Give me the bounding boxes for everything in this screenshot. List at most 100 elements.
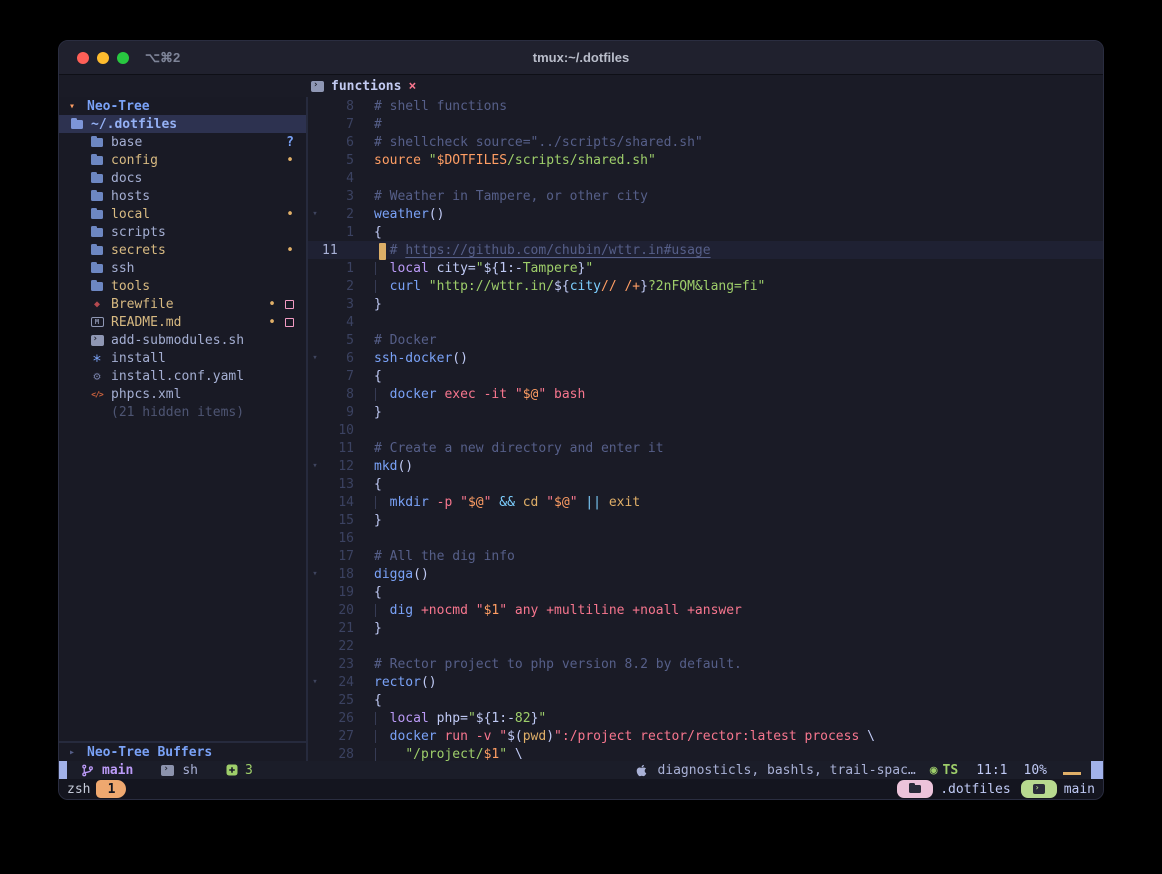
tree-item[interactable]: config•	[59, 151, 306, 169]
close-button[interactable]	[77, 52, 89, 64]
editor-line[interactable]: 8 docker exec -it "$@" bash	[308, 385, 1103, 403]
tree-item[interactable]: base?	[59, 133, 306, 151]
editor-line[interactable]: 1 local city="${1:-Tampere}"	[308, 259, 1103, 277]
editor-line[interactable]: 23# Rector project to php version 8.2 by…	[308, 655, 1103, 673]
editor-line[interactable]: 16	[308, 529, 1103, 547]
editor-line[interactable]: 8# shell functions	[308, 97, 1103, 115]
minimize-button[interactable]	[97, 52, 109, 64]
fold-chevron-icon[interactable]: ▾	[308, 353, 322, 363]
editor-line[interactable]: 20 dig +nocmd "$1" any +multiline +noall…	[308, 601, 1103, 619]
tree-item[interactable]: secrets•	[59, 241, 306, 259]
editor-line[interactable]: 7{	[308, 367, 1103, 385]
editor-line[interactable]: 26 local php="${1:-82}"	[308, 709, 1103, 727]
editor-line[interactable]: 25{	[308, 691, 1103, 709]
tmux-window-index-badge[interactable]: 1	[96, 780, 126, 798]
line-number: 8	[322, 99, 354, 114]
editor-line[interactable]: 10	[308, 421, 1103, 439]
code-text: # All the dig info	[374, 549, 1103, 564]
folder-open-icon	[69, 120, 85, 129]
editor-line[interactable]: 13{	[308, 475, 1103, 493]
editor-line[interactable]: 6# shellcheck source="../scripts/shared.…	[308, 133, 1103, 151]
editor-line[interactable]: 28 "/project/$1" \	[308, 745, 1103, 763]
neotree-header[interactable]: ▾ Neo-Tree	[59, 97, 306, 115]
code-text: curl "http://wttr.in/${city// /+}?2nFQM&…	[374, 279, 1103, 294]
editor-line[interactable]: 3# Weather in Tampere, or other city	[308, 187, 1103, 205]
editor-line[interactable]: 4	[308, 169, 1103, 187]
line-number: 2	[322, 207, 354, 222]
neotree-buffers-header[interactable]: ▸ Neo-Tree Buffers	[59, 743, 306, 761]
tab-label: functions	[331, 79, 401, 94]
code-text: "/project/$1" \	[374, 747, 1103, 762]
tree-item[interactable]: hosts	[59, 187, 306, 205]
tmux-right-status: .dotfiles main	[897, 780, 1095, 798]
editor-line[interactable]: ▾18digga()	[308, 565, 1103, 583]
tab-close-icon[interactable]: ×	[408, 79, 416, 94]
branch-name[interactable]: main	[102, 763, 133, 778]
editor-line[interactable]: 9}	[308, 403, 1103, 421]
editor-line[interactable]: 21}	[308, 619, 1103, 637]
line-number: 23	[322, 657, 354, 672]
editor-window[interactable]: 8# shell functions7#6# shellcheck source…	[308, 97, 1103, 761]
editor-line[interactable]: 15}	[308, 511, 1103, 529]
cursor-position: 11:1	[976, 763, 1007, 778]
fold-chevron-icon[interactable]: ▾	[308, 209, 322, 219]
statusline-end-block	[1091, 761, 1103, 779]
code-text: dig +nocmd "$1" any +multiline +noall +a…	[374, 603, 1103, 618]
editor-line[interactable]: 11# Create a new directory and enter it	[308, 439, 1103, 457]
tmux-statusbar: zsh 1 .dotfiles main	[59, 779, 1103, 799]
code-text: source "$DOTFILES/scripts/shared.sh"	[374, 153, 1103, 168]
editor-line[interactable]: 3}	[308, 295, 1103, 313]
tree-item[interactable]: </>phpcs.xml	[59, 385, 306, 403]
fold-chevron-icon[interactable]: ▾	[308, 569, 322, 579]
tree-item[interactable]: add-submodules.sh	[59, 331, 306, 349]
line-number: 27	[322, 729, 354, 744]
line-number: 1	[322, 261, 354, 276]
tree-item[interactable]: ⚙install.conf.yaml	[59, 367, 306, 385]
fold-chevron-icon[interactable]: ▾	[308, 461, 322, 471]
editor-line[interactable]: 17# All the dig info	[308, 547, 1103, 565]
editor-line[interactable]: 5source "$DOTFILES/scripts/shared.sh"	[308, 151, 1103, 169]
tree-item[interactable]: *install	[59, 349, 306, 367]
zoom-button[interactable]	[117, 52, 129, 64]
line-number: 1	[322, 225, 354, 240]
editor-line[interactable]: 19{	[308, 583, 1103, 601]
editor-line[interactable]: 14 mkdir -p "$@" && cd "$@" || exit	[308, 493, 1103, 511]
code-text: ssh-docker()	[374, 351, 1103, 366]
editor-line[interactable]: ▾12mkd()	[308, 457, 1103, 475]
editor-line[interactable]: 7#	[308, 115, 1103, 133]
term-icon	[89, 335, 105, 346]
editor-line[interactable]: 22	[308, 637, 1103, 655]
git-modified-dot: •	[286, 153, 294, 168]
tab-functions[interactable]: functions ×	[311, 79, 416, 94]
editor-line[interactable]: ▾2weather()	[308, 205, 1103, 223]
line-number: 9	[322, 405, 354, 420]
editor-line[interactable]: 27 docker run -v "$(pwd)":/project recto…	[308, 727, 1103, 745]
editor-line[interactable]: 2 curl "http://wttr.in/${city// /+}?2nFQ…	[308, 277, 1103, 295]
gear-icon: ⚙	[89, 369, 105, 383]
tmux-session-name: .dotfiles	[940, 782, 1010, 797]
line-number: 12	[322, 459, 354, 474]
fold-chevron-icon[interactable]: ▾	[308, 677, 322, 687]
neotree-root-item[interactable]: ~/.dotfiles	[59, 115, 306, 133]
tree-item[interactable]: (21 hidden items)	[59, 403, 306, 421]
editor-line[interactable]: 11 # https://github.com/chubin/wttr.in#u…	[308, 241, 1103, 259]
line-number: 3	[322, 189, 354, 204]
tree-item[interactable]: tools	[59, 277, 306, 295]
treesitter-dot-icon: ◉	[930, 763, 938, 778]
tree-item[interactable]: ssh	[59, 259, 306, 277]
code-text: mkdir -p "$@" && cd "$@" || exit	[374, 495, 1103, 510]
tree-item[interactable]: docs	[59, 169, 306, 187]
folder-icon	[89, 228, 105, 237]
tree-item[interactable]: scripts	[59, 223, 306, 241]
tree-item[interactable]: ◆Brewfile•	[59, 295, 306, 313]
editor-line[interactable]: ▾6ssh-docker()	[308, 349, 1103, 367]
editor-line[interactable]: 1{	[308, 223, 1103, 241]
chevron-right-icon: ▸	[65, 747, 79, 758]
editor-line[interactable]: 5# Docker	[308, 331, 1103, 349]
editor-line[interactable]: ▾24rector()	[308, 673, 1103, 691]
tree-item[interactable]: local•	[59, 205, 306, 223]
tree-item[interactable]: MREADME.md•	[59, 313, 306, 331]
editor-line[interactable]: 4	[308, 313, 1103, 331]
folder-icon	[89, 156, 105, 165]
mode-indicator-block	[59, 761, 67, 779]
